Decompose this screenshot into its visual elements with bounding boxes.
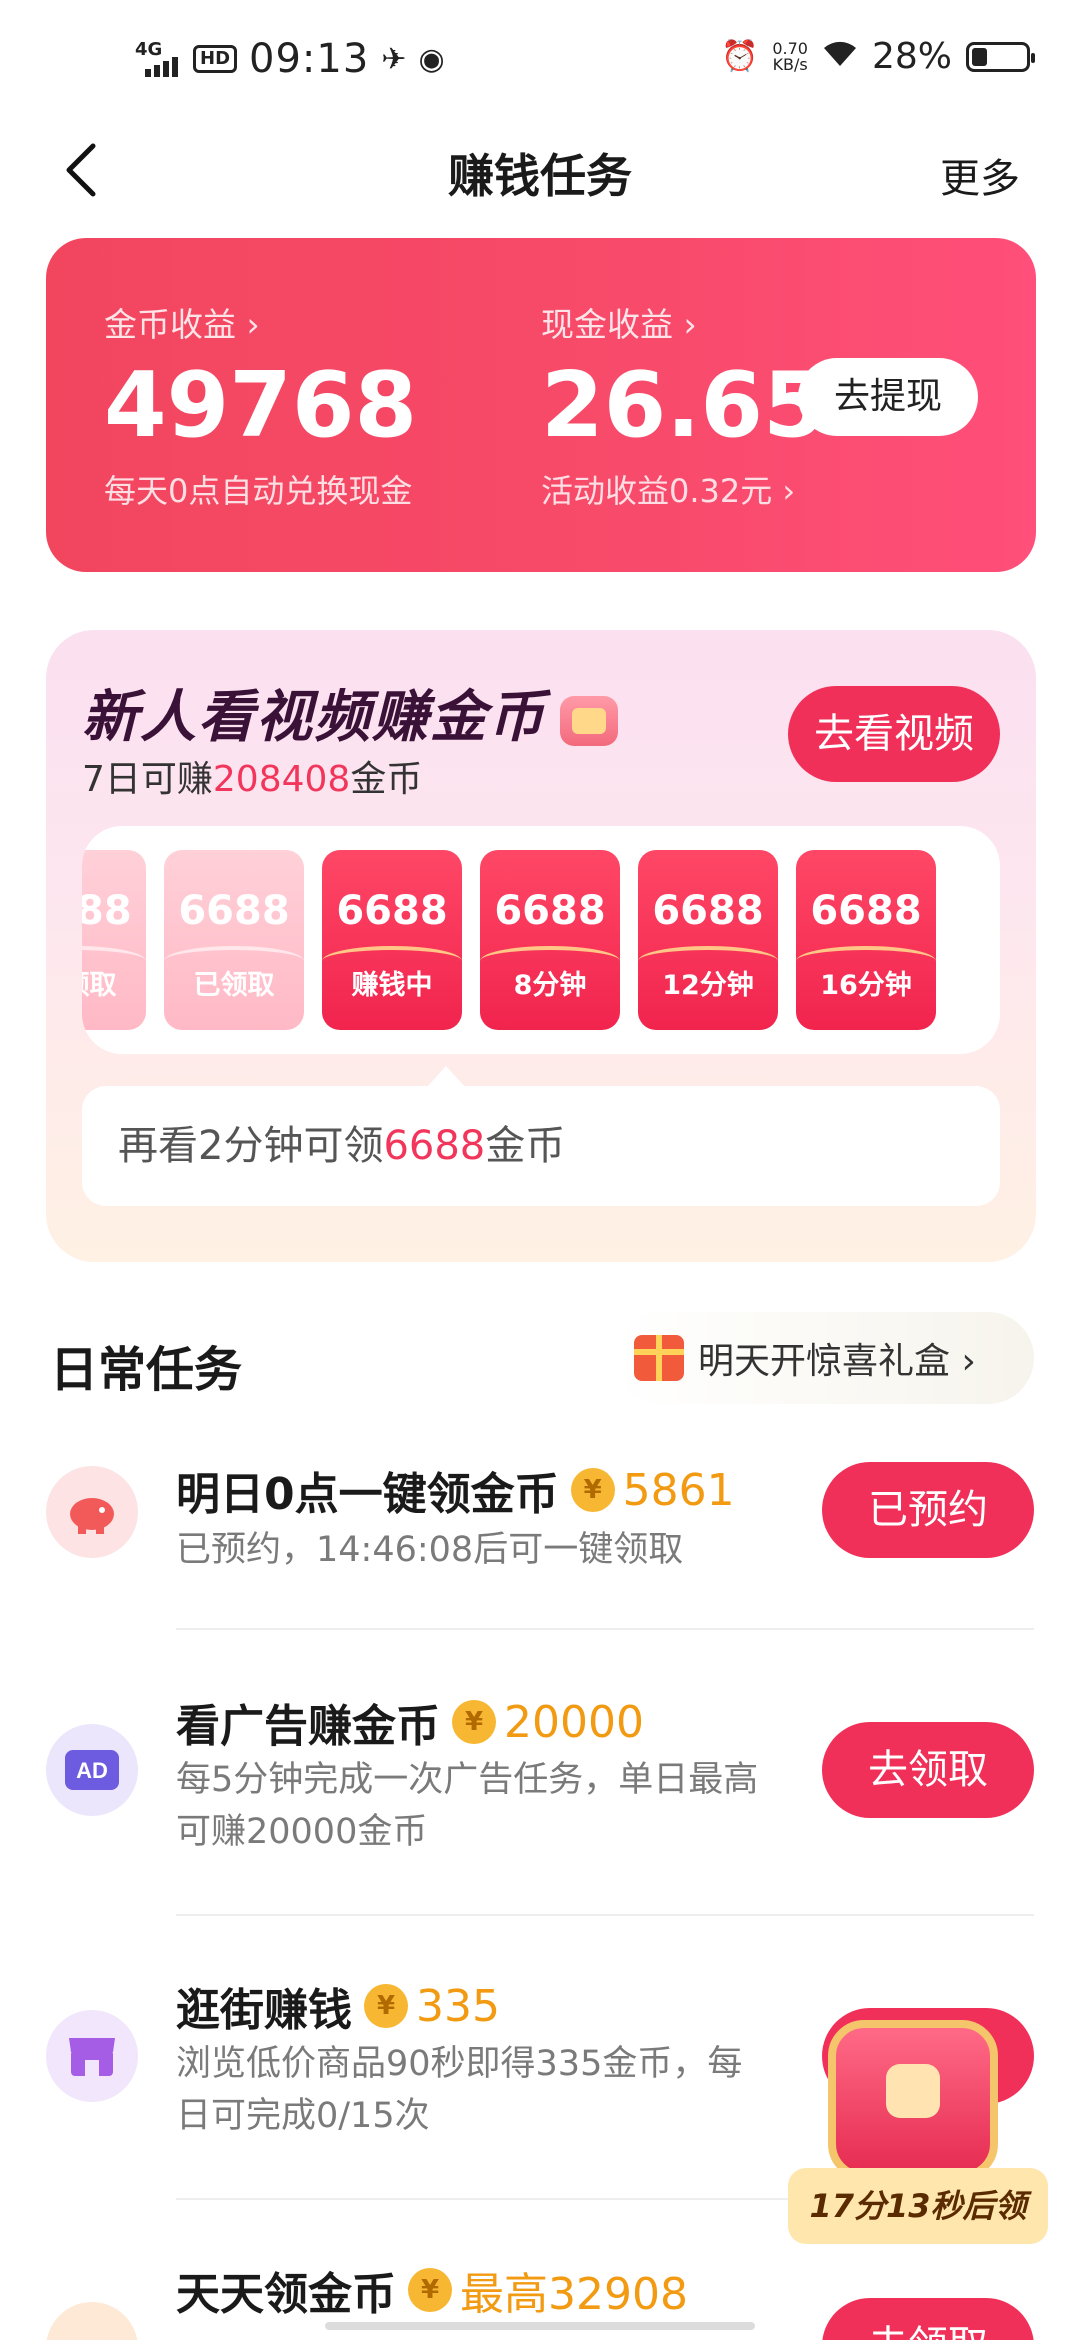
piggy-bank-icon [46, 1466, 138, 1558]
surprise-gift-label: 明天开惊喜礼盒 › [698, 1341, 976, 1382]
coin-bag-icon [46, 2302, 138, 2340]
cash-earnings-value: 26.65 [541, 353, 826, 458]
coin-icon: ¥ [452, 1700, 496, 1744]
tv-icon [560, 695, 618, 746]
coin-earnings-value: 49768 [104, 353, 418, 458]
day-progress-strip[interactable]: 6688已领取 6688已领取 6688赚钱中 66888分钟 668812分钟… [82, 826, 1000, 1054]
new-user-video-card: 新人看视频赚金币 7日可赚208408金币 去看视频 6688已领取 6688已… [46, 630, 1036, 1262]
coin-earnings-note: 每天0点自动兑换现金 [104, 472, 413, 510]
day-tile-current: 6688 赚钱中 [322, 850, 462, 1030]
watch-video-button[interactable]: 去看视频 [788, 686, 1000, 782]
task-desc: 浏览低价商品90秒即得335金币，每日可完成0/15次 [176, 2044, 743, 2136]
shop-icon [46, 2010, 138, 2102]
wifi-icon [822, 38, 858, 76]
task-desc: 每5分钟完成一次广告任务，单日最高可赚20000金币 [176, 1760, 759, 1852]
status-bar: 4G HD 09:13 ✈ ◉ ⏰ 0.70 KB/s 28% [0, 0, 1080, 120]
divider [176, 1628, 1034, 1630]
daily-tasks-title: 日常任务 [50, 1342, 243, 1398]
surprise-gift-link[interactable]: 明天开惊喜礼盒 › [614, 1312, 1034, 1404]
page-title: 赚钱任务 [448, 149, 632, 203]
day-tile: 6688 8分钟 [480, 850, 620, 1030]
task-title: 看广告赚金币 ¥20000 [176, 1696, 644, 1753]
task-title: 天天领金币 ¥ 最高32908 [176, 2268, 688, 2320]
task-title: 逛街赚钱 ¥335 [176, 1980, 500, 2037]
video-tip: 再看2分钟可领6688金币 [82, 1086, 1000, 1206]
status-time: 09:13 [249, 36, 370, 82]
top-nav: 赚钱任务 更多 [0, 120, 1080, 220]
more-button[interactable]: 更多 [940, 146, 1020, 204]
alarm-icon: ⏰ [721, 39, 759, 74]
home-indicator[interactable] [325, 2322, 755, 2330]
cash-earnings[interactable]: 现金收益 › 26.65 活动收益0.32元 › [541, 298, 826, 512]
treasure-timer: 17分13秒后领 [788, 2168, 1048, 2244]
claim-daily-button[interactable]: 去领取 [822, 2298, 1034, 2340]
svg-text:AD: AD [76, 1758, 108, 1783]
coin-icon: ¥ [364, 1984, 408, 2028]
floating-treasure-chest[interactable]: 17分13秒后领 [788, 2020, 1048, 2244]
day-tile: 6688已领取 [82, 850, 146, 1030]
signal-icon: 4G [135, 39, 181, 79]
day-tile: 6688 16分钟 [796, 850, 936, 1030]
hd-badge: HD [193, 45, 238, 73]
gift-icon [634, 1335, 684, 1381]
day-tile: 6688已领取 [164, 850, 304, 1030]
task-desc: 已预约，14:46:08后可一键领取 [176, 1530, 684, 1570]
withdraw-button[interactable]: 去提现 [798, 358, 978, 436]
battery-icon [966, 41, 1035, 72]
video-task-title: 新人看视频赚金币 [82, 672, 618, 753]
claim-ad-button[interactable]: 去领取 [822, 1722, 1034, 1818]
tip-pointer [426, 1066, 466, 1088]
treasure-chest-icon [828, 2020, 998, 2180]
activity-earnings-link[interactable]: 活动收益0.32元 › [541, 466, 826, 512]
network-speed: 0.70 KB/s [772, 38, 808, 74]
day-tile: 6688 12分钟 [638, 850, 778, 1030]
reserved-button[interactable]: 已预约 [822, 1462, 1034, 1558]
weibo-icon: ◉ [418, 41, 445, 77]
earnings-card: 金币收益 › 49768 每天0点自动兑换现金 现金收益 › 26.65 活动收… [46, 238, 1036, 572]
coin-icon: ¥ [570, 1468, 615, 1512]
ad-icon: AD [46, 1724, 138, 1816]
coin-earnings[interactable]: 金币收益 › 49768 每天0点自动兑换现金 [104, 298, 417, 512]
cash-earnings-label[interactable]: 现金收益 › [541, 298, 826, 346]
battery-percent: 28% [871, 36, 952, 77]
bird-icon: ✈ [381, 41, 407, 77]
video-task-subtitle: 7日可赚208408金币 [82, 759, 423, 800]
divider [176, 1914, 1034, 1916]
coin-icon: ¥ [408, 2268, 452, 2312]
task-title: 明日0点一键领金币 ¥5861 [176, 1464, 735, 1521]
coin-earnings-label[interactable]: 金币收益 › [104, 298, 417, 346]
